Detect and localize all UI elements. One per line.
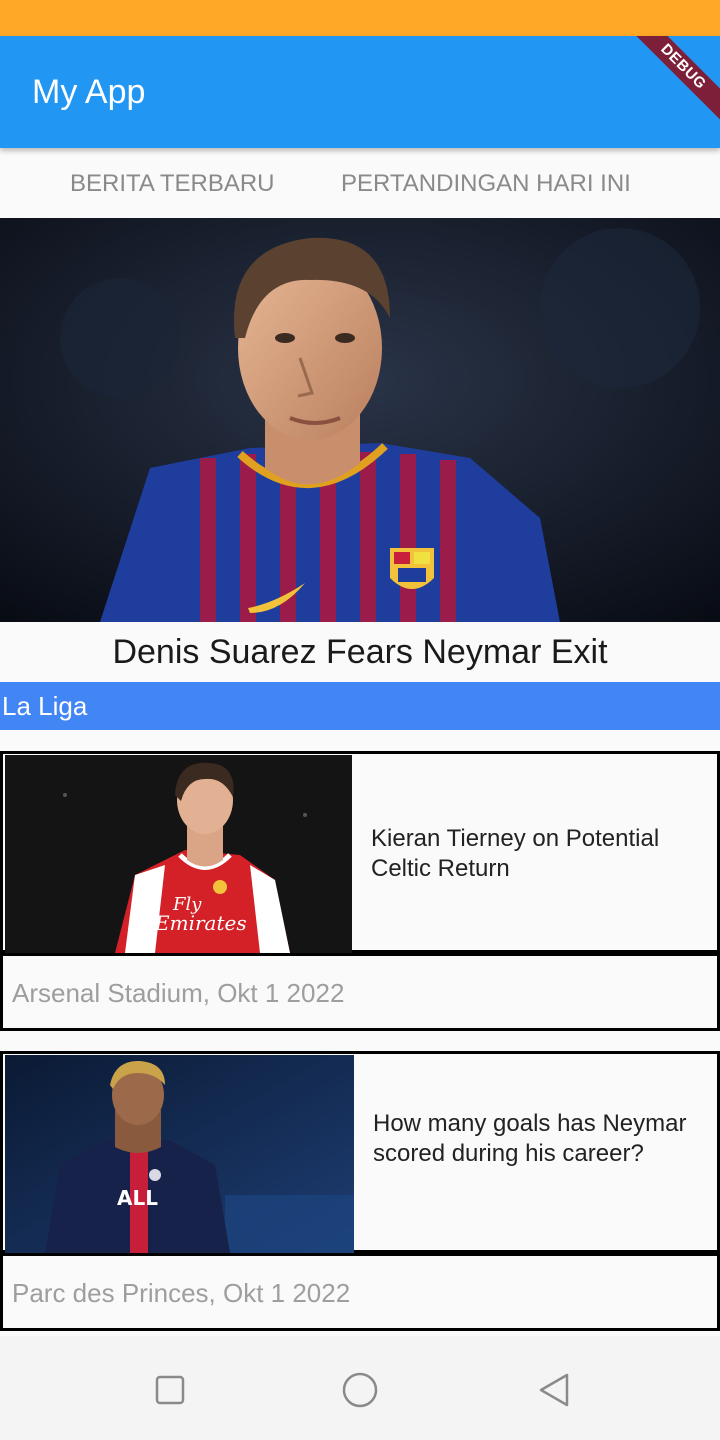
svg-text:ALL: ALL [117,1186,158,1210]
debug-banner: DEBUG [622,36,720,128]
news-headline: How many goals has Neymar scored during … [373,1110,687,1167]
app-title: My App [32,73,146,111]
league-label: La Liga [0,682,720,730]
news-headline: Kieran Tierney on Potential Celtic Retur… [371,825,660,882]
hero-image[interactable] [0,218,720,622]
system-nav-bar [0,1336,720,1440]
back-button[interactable] [534,1370,574,1410]
tab-bar: BERITA TERBARU PERTANDINGAN HARI INI [0,150,720,218]
app-bar: My App DEBUG [0,36,720,148]
triangle-back-icon [539,1373,569,1407]
square-icon [155,1375,185,1405]
recents-button[interactable] [150,1370,190,1410]
news-card-bottom: Arsenal Stadium, Okt 1 2022 [0,953,720,1031]
tab-berita-terbaru[interactable]: BERITA TERBARU [70,150,275,218]
hero-title[interactable]: Denis Suarez Fears Neymar Exit [0,622,720,682]
news-card[interactable]: ALL How many goals has Neymar scored dur… [0,1051,720,1331]
news-card-bottom: Parc des Princes, Okt 1 2022 [0,1253,720,1331]
news-card-top[interactable]: ALL How many goals has Neymar scored dur… [0,1051,720,1253]
status-bar [0,0,720,36]
barcelona-player-photo [0,218,720,622]
news-thumbnail: ALL [5,1055,354,1253]
news-thumbnail: Fly Emirates [5,755,352,953]
svg-text:Emirates: Emirates [154,911,247,935]
psg-player-photo: ALL [5,1055,354,1253]
home-button[interactable] [340,1370,380,1410]
news-meta: Arsenal Stadium, Okt 1 2022 [12,978,345,1008]
news-card-top[interactable]: Fly Emirates Kieran Tierney on Potential… [0,751,720,953]
news-meta: Parc des Princes, Okt 1 2022 [12,1278,351,1308]
arsenal-player-photo: Fly Emirates [5,755,352,953]
news-card[interactable]: Fly Emirates Kieran Tierney on Potential… [0,751,720,1031]
circle-icon [342,1372,378,1408]
tab-pertandingan-hari-ini[interactable]: PERTANDINGAN HARI INI [341,150,631,218]
